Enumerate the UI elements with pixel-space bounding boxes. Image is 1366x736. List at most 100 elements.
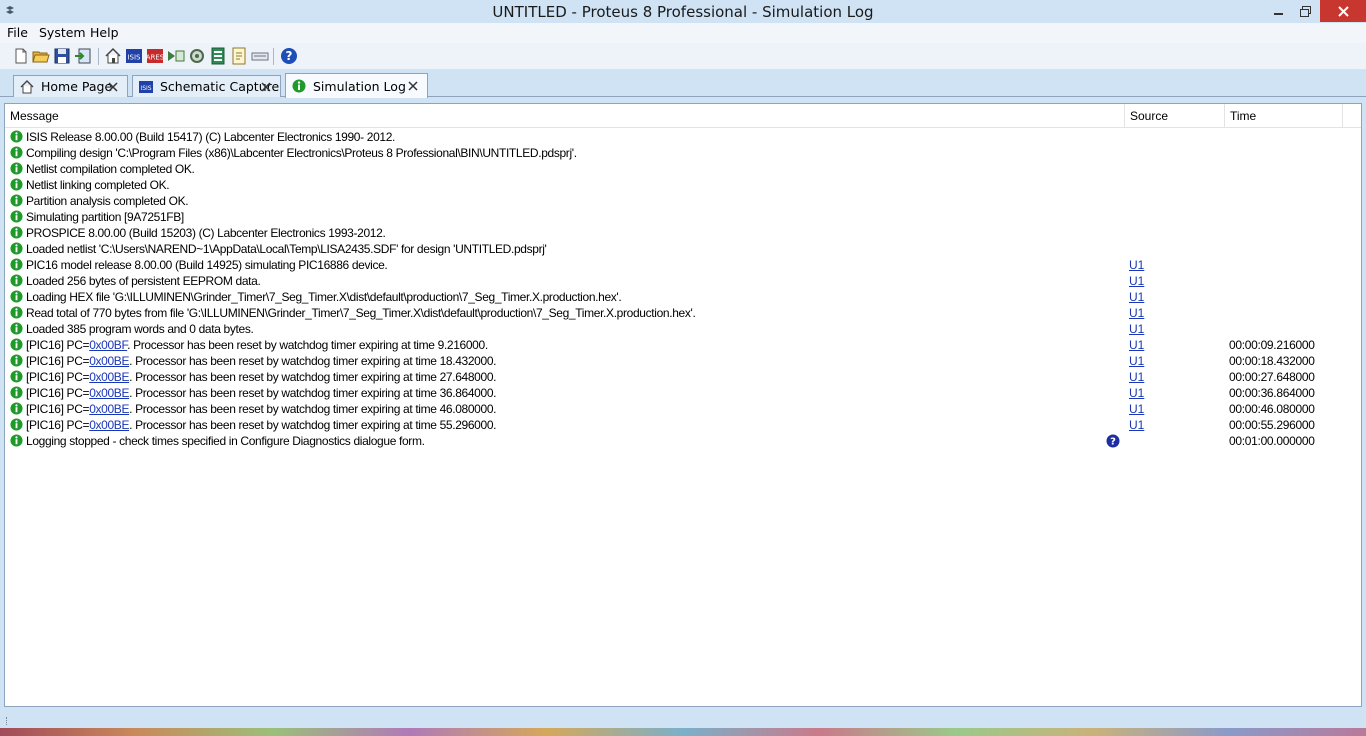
pc-address-link[interactable]: 0x00BE xyxy=(89,386,129,400)
tab-schematic-capture[interactable]: ISIS Schematic Capture xyxy=(132,75,281,97)
log-row[interactable]: [PIC16] PC=0x00BE. Processor has been re… xyxy=(5,401,1361,417)
info-icon xyxy=(10,258,23,271)
tab-simulation-log[interactable]: Simulation Log xyxy=(285,73,428,98)
log-message-prefix: [PIC16] PC= xyxy=(26,418,90,432)
taskbar xyxy=(0,728,1366,736)
pcb-icon[interactable]: ARES xyxy=(146,47,164,65)
log-row[interactable]: PIC16 model release 8.00.00 (Build 14925… xyxy=(5,257,1361,273)
log-row[interactable]: Netlist linking completed OK. xyxy=(5,177,1361,193)
log-row[interactable]: Loaded 256 bytes of persistent EEPROM da… xyxy=(5,273,1361,289)
source-link[interactable]: U1 xyxy=(1129,289,1144,305)
close-tab-icon[interactable] xyxy=(108,81,118,92)
design-explorer-icon[interactable] xyxy=(167,47,185,65)
source-code-icon[interactable] xyxy=(230,47,248,65)
log-time: 00:00:55.296000 xyxy=(1229,418,1315,432)
toolbar-separator xyxy=(98,48,99,65)
log-message-prefix: [PIC16] PC= xyxy=(26,386,90,400)
info-icon xyxy=(10,418,23,431)
info-icon xyxy=(10,322,23,335)
title-bar: UNTITLED - Proteus 8 Professional - Simu… xyxy=(0,0,1366,23)
log-message: Partition analysis completed OK. xyxy=(26,194,189,208)
log-row[interactable]: PROSPICE 8.00.00 (Build 15203) (C) Labce… xyxy=(5,225,1361,241)
gerber-icon[interactable] xyxy=(188,47,206,65)
info-icon xyxy=(10,354,23,367)
save-icon[interactable] xyxy=(53,47,71,65)
bom-icon[interactable] xyxy=(209,47,227,65)
pc-address-link[interactable]: 0x00BE xyxy=(89,354,129,368)
new-file-icon[interactable] xyxy=(12,47,30,65)
info-icon xyxy=(10,226,23,239)
source-link[interactable]: U1 xyxy=(1129,321,1144,337)
info-icon xyxy=(10,274,23,287)
minimize-icon xyxy=(1274,13,1283,15)
log-message: PROSPICE 8.00.00 (Build 15203) (C) Labce… xyxy=(26,226,386,240)
log-row[interactable]: Logging stopped - check times specified … xyxy=(5,433,1361,449)
log-row[interactable]: Netlist compilation completed OK. xyxy=(5,161,1361,177)
log-row[interactable]: Loaded netlist 'C:\Users\NAREND~1\AppDat… xyxy=(5,241,1361,257)
info-icon xyxy=(10,178,23,191)
column-header-message[interactable]: Message xyxy=(5,104,1125,128)
pc-address-link[interactable]: 0x00BE xyxy=(89,370,129,384)
log-row[interactable]: [PIC16] PC=0x00BE. Processor has been re… xyxy=(5,417,1361,433)
log-message-text: . Processor has been reset by watchdog t… xyxy=(129,402,497,416)
pc-address-link[interactable]: 0x00BE xyxy=(89,418,129,432)
log-row[interactable]: [PIC16] PC=0x00BE. Processor has been re… xyxy=(5,369,1361,385)
tab-home-page[interactable]: Home Page xyxy=(13,75,128,97)
log-message: Netlist compilation completed OK. xyxy=(26,162,195,176)
source-link[interactable]: U1 xyxy=(1129,273,1144,289)
log-message: Read total of 770 bytes from file 'G:\IL… xyxy=(26,306,696,320)
column-header-source[interactable]: Source xyxy=(1125,104,1225,128)
toolbar: ISIS ARES ? xyxy=(0,43,1366,70)
menu-help[interactable]: Help xyxy=(90,25,119,40)
log-row[interactable]: [PIC16] PC=0x00BE. Processor has been re… xyxy=(5,353,1361,369)
log-row[interactable]: Simulating partition [9A7251FB] xyxy=(5,209,1361,225)
log-message-text: . Processor has been reset by watchdog t… xyxy=(127,338,488,352)
open-folder-icon[interactable] xyxy=(32,47,50,65)
log-row[interactable]: Loaded 385 program words and 0 data byte… xyxy=(5,321,1361,337)
restore-button[interactable] xyxy=(1290,0,1320,22)
column-header-time[interactable]: Time xyxy=(1225,104,1343,128)
log-row[interactable]: Partition analysis completed OK. xyxy=(5,193,1361,209)
schematic-icon[interactable]: ISIS xyxy=(125,47,143,65)
log-row[interactable]: ISIS Release 8.00.00 (Build 15417) (C) L… xyxy=(5,129,1361,145)
source-link[interactable]: U1 xyxy=(1129,353,1144,369)
close-tab-icon[interactable] xyxy=(261,81,271,92)
menu-system[interactable]: System xyxy=(39,25,86,40)
source-link[interactable]: U1 xyxy=(1129,369,1144,385)
log-message: [PIC16] PC=0x00BE. Processor has been re… xyxy=(26,385,496,401)
log-message-prefix: [PIC16] PC= xyxy=(26,402,90,416)
source-link[interactable]: U1 xyxy=(1129,401,1144,417)
close-window-button[interactable] xyxy=(1320,0,1366,22)
source-link[interactable]: U1 xyxy=(1129,385,1144,401)
pc-address-link[interactable]: 0x00BF xyxy=(89,338,127,352)
info-icon xyxy=(10,386,23,399)
source-link[interactable]: U1 xyxy=(1129,337,1144,353)
log-time: 00:00:09.216000 xyxy=(1229,338,1315,352)
window-title: UNTITLED - Proteus 8 Professional - Simu… xyxy=(492,3,874,21)
log-row[interactable]: [PIC16] PC=0x00BF. Processor has been re… xyxy=(5,337,1361,353)
log-message: [PIC16] PC=0x00BE. Processor has been re… xyxy=(26,401,496,417)
info-icon xyxy=(10,402,23,415)
help-icon[interactable]: ? xyxy=(1106,434,1120,448)
tab-label: Simulation Log xyxy=(313,78,406,94)
home-icon[interactable] xyxy=(104,47,122,65)
info-icon xyxy=(10,210,23,223)
log-row[interactable]: Compiling design 'C:\Program Files (x86)… xyxy=(5,145,1361,161)
help-icon[interactable]: ? xyxy=(280,47,298,65)
source-link[interactable]: U1 xyxy=(1129,305,1144,321)
import-icon[interactable] xyxy=(74,47,92,65)
log-row[interactable]: [PIC16] PC=0x00BE. Processor has been re… xyxy=(5,385,1361,401)
source-link[interactable]: U1 xyxy=(1129,417,1144,433)
source-link[interactable]: U1 xyxy=(1129,257,1144,273)
log-row[interactable]: Loading HEX file 'G:\ILLUMINEN\Grinder_T… xyxy=(5,289,1361,305)
log-message: PIC16 model release 8.00.00 (Build 14925… xyxy=(26,258,388,272)
notes-icon[interactable] xyxy=(251,47,269,65)
log-message: [PIC16] PC=0x00BF. Processor has been re… xyxy=(26,337,488,353)
pc-address-link[interactable]: 0x00BE xyxy=(89,402,129,416)
log-message: Loaded 256 bytes of persistent EEPROM da… xyxy=(26,274,261,288)
menu-file[interactable]: File xyxy=(7,25,28,40)
close-tab-icon[interactable] xyxy=(408,81,418,91)
status-bar xyxy=(0,708,1366,728)
log-row[interactable]: Read total of 770 bytes from file 'G:\IL… xyxy=(5,305,1361,321)
log-message-prefix: [PIC16] PC= xyxy=(26,354,90,368)
